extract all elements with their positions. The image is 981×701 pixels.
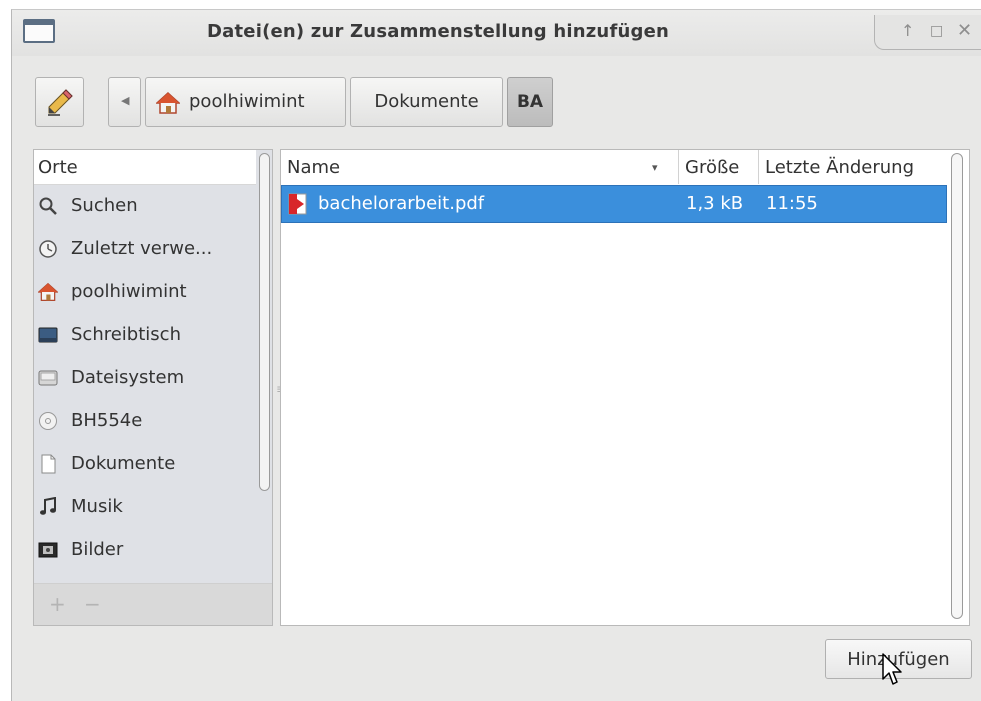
sidebar-item-label: Schreibtisch bbox=[71, 324, 181, 345]
sidebar-item-label: Musik bbox=[71, 496, 123, 517]
window-controls: ↑ □ ✕ bbox=[874, 15, 981, 50]
sidebar-item-desktop[interactable]: Schreibtisch bbox=[34, 314, 256, 356]
breadcrumb-dokumente[interactable]: Dokumente bbox=[350, 77, 503, 127]
title-bar[interactable]: Datei(en) zur Zusammenstellung hinzufüge… bbox=[12, 10, 981, 56]
file-name: bachelorarbeit.pdf bbox=[318, 193, 485, 214]
pictures-icon bbox=[38, 542, 58, 558]
sidebar-item-home[interactable]: poolhiwimint bbox=[34, 271, 256, 313]
maximize-button[interactable]: □ bbox=[930, 22, 943, 40]
add-bookmark-button[interactable]: + bbox=[49, 592, 66, 616]
file-list-scrollbar[interactable] bbox=[951, 153, 963, 619]
places-header: Orte bbox=[34, 150, 256, 185]
window-title: Datei(en) zur Zusammenstellung hinzufüge… bbox=[207, 21, 669, 42]
music-icon bbox=[40, 497, 56, 515]
close-button[interactable]: ✕ bbox=[957, 22, 972, 40]
disc-icon bbox=[39, 412, 57, 430]
search-icon bbox=[39, 197, 57, 215]
shade-button[interactable]: ↑ bbox=[901, 22, 914, 40]
file-list: Name ▾ Größe Letzte Änderung bachelorarb… bbox=[280, 149, 970, 626]
document-icon bbox=[41, 454, 56, 474]
column-header-label: Name bbox=[287, 157, 341, 178]
breadcrumb-ba[interactable]: BA bbox=[507, 77, 553, 127]
arrow-left-icon: ◀ bbox=[121, 94, 130, 107]
home-icon bbox=[38, 282, 58, 301]
places-sidebar: Orte Suchen Zuletzt verwe... poolhiwimin… bbox=[33, 149, 273, 626]
filesystem-icon bbox=[38, 370, 58, 386]
sidebar-item-label: Zuletzt verwe... bbox=[71, 238, 213, 259]
column-header-label: Letzte Änderung bbox=[765, 157, 915, 178]
column-header-size[interactable]: Größe bbox=[679, 150, 759, 184]
places-header-label: Orte bbox=[38, 157, 78, 178]
desktop-icon bbox=[38, 327, 58, 343]
pdf-icon bbox=[288, 193, 307, 215]
pencil-icon bbox=[48, 89, 73, 116]
table-row[interactable]: bachelorarbeit.pdf 1,3 kB 11:55 bbox=[281, 185, 947, 223]
path-back-button[interactable]: ◀ bbox=[108, 77, 141, 127]
sidebar-item-musik[interactable]: Musik bbox=[34, 486, 256, 528]
breadcrumb-label: BA bbox=[516, 92, 544, 112]
home-icon bbox=[156, 92, 180, 114]
places-scrollbar[interactable] bbox=[259, 153, 270, 491]
sidebar-item-label: Bilder bbox=[71, 539, 124, 560]
sidebar-item-bilder[interactable]: Bilder bbox=[34, 529, 256, 571]
file-chooser-window: Datei(en) zur Zusammenstellung hinzufüge… bbox=[11, 9, 981, 701]
type-location-button[interactable] bbox=[35, 77, 84, 127]
sidebar-item-label: Dateisystem bbox=[71, 367, 185, 388]
mouse-pointer-icon bbox=[882, 653, 902, 685]
column-header-label: Größe bbox=[685, 157, 740, 178]
column-header-name[interactable]: Name ▾ bbox=[281, 150, 679, 184]
sidebar-item-search[interactable]: Suchen bbox=[34, 185, 256, 227]
file-size: 1,3 kB bbox=[686, 193, 744, 214]
sidebar-item-filesystem[interactable]: Dateisystem bbox=[34, 357, 256, 399]
places-footer: + − bbox=[34, 583, 272, 625]
sidebar-item-dokumente[interactable]: Dokumente bbox=[34, 443, 256, 485]
column-header-modified[interactable]: Letzte Änderung bbox=[759, 150, 947, 184]
sidebar-item-label: Dokumente bbox=[71, 453, 176, 474]
sidebar-item-label: Suchen bbox=[71, 195, 138, 216]
sidebar-item-recent[interactable]: Zuletzt verwe... bbox=[34, 228, 256, 270]
breadcrumb-label: poolhiwimint bbox=[189, 91, 305, 112]
file-modified: 11:55 bbox=[766, 193, 818, 214]
sidebar-item-bh554e[interactable]: BH554e bbox=[34, 400, 256, 442]
recent-icon bbox=[39, 240, 57, 258]
sidebar-item-label: BH554e bbox=[71, 410, 143, 431]
remove-bookmark-button[interactable]: − bbox=[84, 592, 101, 616]
sidebar-item-label: poolhiwimint bbox=[71, 281, 187, 302]
breadcrumb-home[interactable]: poolhiwimint bbox=[145, 77, 346, 127]
breadcrumb-label: Dokumente bbox=[374, 91, 479, 112]
sort-descending-icon: ▾ bbox=[652, 161, 658, 174]
